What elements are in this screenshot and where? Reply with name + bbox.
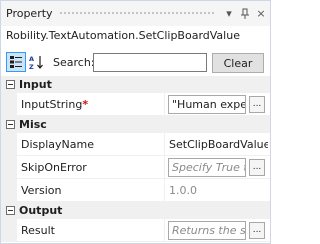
property-row-skip-on-error[interactable]: SkipOnError Specify True to ...: [1, 155, 270, 179]
input-string-value[interactable]: "Human exper: [168, 95, 246, 114]
panel-titlebar: Property ▾ ×: [1, 1, 270, 26]
category-label: Output: [19, 204, 63, 217]
result-value[interactable]: Returns the suc: [168, 221, 246, 240]
pin-icon[interactable]: [238, 6, 252, 22]
category-input[interactable]: Input: [1, 76, 270, 93]
property-name: Result: [21, 223, 55, 237]
property-row-version: Version 1.0.0: [1, 178, 270, 202]
skip-on-error-value[interactable]: Specify True to: [168, 158, 246, 177]
close-icon[interactable]: ×: [254, 6, 268, 22]
search-label: Search:: [53, 56, 95, 69]
property-name: SkipOnError: [21, 160, 87, 174]
dropdown-arrow-icon[interactable]: ▾: [222, 6, 236, 22]
panel-title: Property: [6, 7, 53, 20]
ellipsis-button[interactable]: ...: [249, 96, 265, 113]
property-name: DisplayName: [21, 137, 94, 151]
category-label: Misc: [19, 118, 47, 131]
search-input[interactable]: [93, 53, 207, 72]
display-name-value[interactable]: SetClipBoardValue: [168, 135, 268, 154]
collapse-icon[interactable]: [6, 120, 15, 129]
property-row-display-name[interactable]: DisplayName SetClipBoardValue: [1, 132, 270, 156]
property-toolbar: A Z Search: Clear: [1, 52, 270, 74]
type-name-label: Robility.TextAutomation.SetClipBoardValu…: [6, 29, 240, 42]
property-name: Version: [21, 183, 62, 197]
ellipsis-button[interactable]: ...: [249, 222, 265, 239]
property-name: InputString*: [21, 97, 89, 111]
drag-grip[interactable]: [58, 11, 216, 16]
property-grid: Input InputString* "Human exper ... Misc…: [1, 76, 270, 242]
svg-text:A: A: [29, 55, 34, 63]
property-row-result[interactable]: Result Returns the suc ...: [1, 218, 270, 242]
required-asterisk: *: [82, 97, 89, 111]
collapse-icon[interactable]: [6, 80, 15, 89]
categorized-icon: [10, 56, 22, 68]
sort-alphabetical-icon: A Z: [29, 55, 43, 70]
alphabetical-view-button[interactable]: A Z: [27, 52, 47, 72]
clear-button[interactable]: Clear: [212, 53, 264, 73]
version-value: 1.0.0: [169, 184, 197, 197]
property-panel: Property ▾ × Robility.TextAutomation.Set…: [0, 0, 271, 244]
ellipsis-button[interactable]: ...: [249, 159, 265, 176]
category-label: Input: [19, 78, 52, 91]
category-misc[interactable]: Misc: [1, 116, 270, 133]
collapse-icon[interactable]: [6, 206, 15, 215]
category-output[interactable]: Output: [1, 202, 270, 219]
svg-text:Z: Z: [29, 63, 34, 70]
categorized-view-button[interactable]: [6, 52, 26, 72]
property-row-input-string[interactable]: InputString* "Human exper ...: [1, 92, 270, 116]
